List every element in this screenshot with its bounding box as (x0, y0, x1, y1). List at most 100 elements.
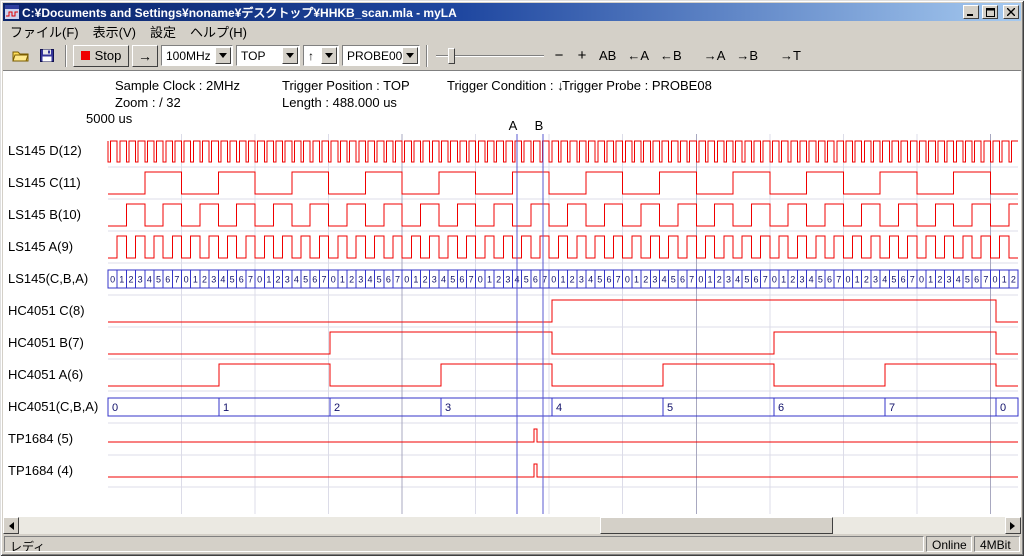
svg-text:3: 3 (873, 274, 878, 284)
svg-text:0: 0 (698, 274, 703, 284)
svg-text:5: 5 (230, 274, 235, 284)
svg-text:6: 6 (606, 274, 611, 284)
svg-text:6: 6 (533, 274, 538, 284)
svg-text:0: 0 (257, 274, 262, 284)
svg-text:3: 3 (138, 274, 143, 284)
svg-text:0: 0 (478, 274, 483, 284)
svg-text:7: 7 (616, 274, 621, 284)
svg-text:6: 6 (312, 274, 317, 284)
svg-text:2: 2 (643, 274, 648, 284)
svg-text:6: 6 (827, 274, 832, 284)
svg-text:6: 6 (165, 274, 170, 284)
scrollbar-thumb[interactable] (600, 517, 833, 534)
svg-text:5: 5 (156, 274, 161, 284)
app-window: C:¥Documents and Settings¥noname¥デスクトップ¥… (0, 0, 1024, 556)
svg-text:6: 6 (459, 274, 464, 284)
svg-text:6: 6 (778, 402, 784, 414)
waveform-canvas[interactable]: 0123456701234567012345670123456701234567… (0, 0, 1024, 556)
svg-text:0: 0 (772, 274, 777, 284)
svg-text:0: 0 (551, 274, 556, 284)
svg-text:3: 3 (799, 274, 804, 284)
svg-text:7: 7 (763, 274, 768, 284)
svg-text:6: 6 (386, 274, 391, 284)
svg-text:1: 1 (487, 274, 492, 284)
svg-text:0: 0 (625, 274, 630, 284)
triangle-right-icon (1010, 522, 1019, 530)
svg-text:6: 6 (239, 274, 244, 284)
svg-text:3: 3 (285, 274, 290, 284)
triangle-left-icon (5, 522, 14, 530)
svg-text:6: 6 (754, 274, 759, 284)
scrollbar-track[interactable] (19, 517, 1005, 534)
status-ready: レディ (4, 536, 924, 552)
svg-text:4: 4 (441, 274, 446, 284)
svg-text:3: 3 (579, 274, 584, 284)
scroll-right-button[interactable] (1005, 517, 1021, 534)
svg-text:3: 3 (726, 274, 731, 284)
svg-text:7: 7 (248, 274, 253, 284)
svg-text:3: 3 (445, 402, 451, 414)
svg-text:4: 4 (556, 402, 562, 414)
svg-text:3: 3 (432, 274, 437, 284)
svg-text:3: 3 (947, 274, 952, 284)
svg-text:5: 5 (965, 274, 970, 284)
svg-text:4: 4 (882, 274, 887, 284)
svg-text:4: 4 (220, 274, 225, 284)
svg-text:4: 4 (809, 274, 814, 284)
svg-text:1: 1 (928, 274, 933, 284)
svg-text:1: 1 (193, 274, 198, 284)
svg-text:1: 1 (223, 402, 229, 414)
svg-text:3: 3 (211, 274, 216, 284)
svg-text:6: 6 (901, 274, 906, 284)
svg-text:5: 5 (450, 274, 455, 284)
svg-text:3: 3 (652, 274, 657, 284)
svg-text:7: 7 (889, 402, 895, 414)
svg-text:7: 7 (836, 274, 841, 284)
svg-text:5: 5 (891, 274, 896, 284)
horizontal-scrollbar[interactable] (3, 517, 1021, 534)
svg-text:7: 7 (689, 274, 694, 284)
scroll-left-button[interactable] (3, 517, 19, 534)
svg-text:2: 2 (790, 274, 795, 284)
svg-text:0: 0 (110, 274, 115, 284)
svg-text:1: 1 (634, 274, 639, 284)
svg-text:2: 2 (128, 274, 133, 284)
svg-text:5: 5 (667, 402, 673, 414)
svg-text:7: 7 (983, 274, 988, 284)
svg-text:2: 2 (334, 402, 340, 414)
svg-text:6: 6 (974, 274, 979, 284)
svg-text:0: 0 (1000, 402, 1006, 414)
statusbar: レディ Online 4MBit (3, 534, 1021, 553)
svg-text:0: 0 (919, 274, 924, 284)
svg-text:1: 1 (119, 274, 124, 284)
svg-text:0: 0 (184, 274, 189, 284)
svg-text:0: 0 (331, 274, 336, 284)
svg-text:1: 1 (340, 274, 345, 284)
svg-text:0: 0 (112, 402, 118, 414)
svg-text:7: 7 (322, 274, 327, 284)
svg-text:2: 2 (423, 274, 428, 284)
svg-text:2: 2 (864, 274, 869, 284)
svg-text:2: 2 (276, 274, 281, 284)
svg-text:5: 5 (524, 274, 529, 284)
svg-text:2: 2 (717, 274, 722, 284)
status-online: Online (926, 536, 972, 552)
svg-text:0: 0 (845, 274, 850, 284)
svg-text:1: 1 (781, 274, 786, 284)
svg-text:1: 1 (560, 274, 565, 284)
svg-text:4: 4 (588, 274, 593, 284)
svg-text:7: 7 (469, 274, 474, 284)
svg-text:7: 7 (174, 274, 179, 284)
svg-text:3: 3 (505, 274, 510, 284)
svg-text:0: 0 (404, 274, 409, 284)
svg-text:4: 4 (294, 274, 299, 284)
svg-text:4: 4 (662, 274, 667, 284)
svg-text:6: 6 (680, 274, 685, 284)
svg-text:2: 2 (202, 274, 207, 284)
svg-text:7: 7 (395, 274, 400, 284)
svg-text:5: 5 (818, 274, 823, 284)
svg-text:B: B (535, 118, 544, 133)
svg-text:1: 1 (266, 274, 271, 284)
svg-text:1: 1 (855, 274, 860, 284)
svg-text:2: 2 (349, 274, 354, 284)
